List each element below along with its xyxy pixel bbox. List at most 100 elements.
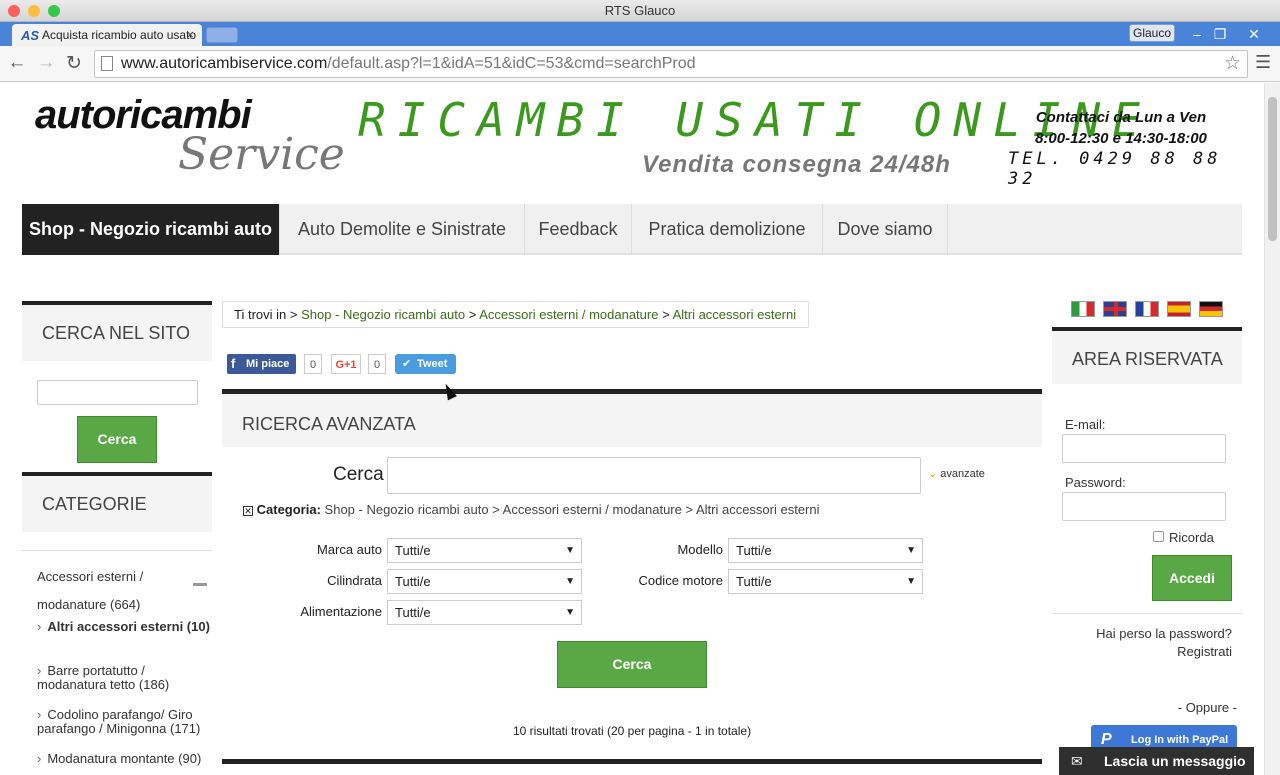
- marca-select[interactable]: Tutti/e ▼: [387, 538, 582, 563]
- twitter-icon: ✔: [402, 358, 412, 370]
- reserved-area-header: AREA RISERVATA: [1052, 327, 1242, 384]
- password-label: Password:: [1065, 475, 1126, 490]
- browser-toolbar: ← → ↻ www.autoricambiservice.com/default…: [0, 46, 1280, 82]
- collapse-icon[interactable]: [193, 583, 207, 586]
- advanced-search-title: RICERCA AVANZATA: [242, 414, 416, 434]
- category-item[interactable]: Accessori esterni / modanature (664): [37, 563, 177, 619]
- back-icon[interactable]: ←: [5, 52, 29, 74]
- envelope-icon: ✉: [1071, 753, 1083, 769]
- breadcrumb: Ti trovi in > Shop - Negozio ricambi aut…: [222, 301, 809, 328]
- url-path: /default.asp?l=1&idA=51&idC=53&cmd=searc…: [327, 55, 696, 72]
- nav-item-pratica-demolizione[interactable]: Pratica demolizione: [632, 204, 823, 255]
- profile-button[interactable]: Glauco: [1129, 24, 1175, 42]
- email-field[interactable]: [1062, 434, 1226, 463]
- contact-hours: Contattaci da Lun a Ven 8:00-12:30 e 14:…: [1008, 107, 1234, 149]
- chevron-down-icon: ⌄: [928, 468, 938, 480]
- google-plus-count: 0: [368, 354, 386, 374]
- close-icon[interactable]: ✕: [1243, 22, 1265, 46]
- categories-title: CATEGORIE: [42, 494, 147, 514]
- german-flag-icon[interactable]: [1199, 301, 1223, 317]
- cilindrata-label: Cilindrata: [327, 573, 382, 588]
- close-window-icon[interactable]: [8, 5, 20, 17]
- browser-tab[interactable]: AS Acquista ricambio auto usato ×: [12, 24, 202, 46]
- subcategory-item[interactable]: › Codolino parafango/ Giro parafango / Mi…: [37, 708, 211, 736]
- advanced-search-button[interactable]: Cerca: [557, 641, 707, 688]
- email-label: E-mail:: [1065, 417, 1106, 432]
- bookmark-star-icon[interactable]: ☆: [1224, 51, 1241, 77]
- subcategory-item[interactable]: › Altri accessori esterni (10): [37, 620, 211, 634]
- url-domain: www.autoricambiservice.com: [121, 55, 328, 72]
- remember-label: Ricorda: [1169, 530, 1214, 545]
- alimentazione-select[interactable]: Tutti/e ▼: [387, 600, 582, 625]
- main-navigation: Shop - Negozio ricambi auto Auto Demolit…: [22, 204, 1242, 255]
- page-icon: [101, 56, 113, 71]
- minimize-window-icon[interactable]: [28, 5, 40, 17]
- address-bar[interactable]: www.autoricambiservice.com/default.asp?l…: [94, 50, 1248, 78]
- results-count: 10 risultati trovati (20 per pagina - 1 …: [512, 724, 752, 738]
- tweet-button[interactable]: ✔ Tweet: [395, 354, 456, 374]
- chevron-right-icon: ›: [37, 707, 42, 722]
- site-logo-bottom[interactable]: Service: [178, 129, 345, 180]
- advanced-search-header: RICERCA AVANZATA: [222, 389, 1042, 447]
- contact-phone: TEL. 0429 88 88 32: [1008, 149, 1222, 189]
- product-search-input[interactable]: [387, 457, 921, 494]
- alimentazione-label: Alimentazione: [300, 604, 382, 619]
- english-flag-icon[interactable]: [1103, 301, 1127, 317]
- tab-title: Acquista ricambio auto usato: [42, 28, 197, 42]
- register-link[interactable]: Registrati: [1052, 644, 1232, 659]
- dropdown-arrow-icon: ▼: [565, 576, 575, 587]
- modello-label: Modello: [677, 542, 723, 557]
- site-search-button[interactable]: Cerca: [77, 416, 157, 463]
- facebook-icon: f: [231, 356, 236, 371]
- spanish-flag-icon[interactable]: [1167, 301, 1191, 317]
- chevron-right-icon: ›: [37, 619, 42, 634]
- french-flag-icon[interactable]: [1135, 301, 1159, 317]
- reload-icon[interactable]: ↻: [62, 52, 86, 75]
- breadcrumb-link[interactable]: Accessori esterni / modanature: [479, 307, 658, 322]
- nav-item-auto-demolite[interactable]: Auto Demolite e Sinistrate: [280, 204, 525, 255]
- restore-icon[interactable]: ❐: [1209, 22, 1231, 46]
- nav-item-shop[interactable]: Shop - Negozio ricambi auto: [22, 204, 280, 255]
- window-title: RTS Glauco: [604, 3, 676, 18]
- menu-icon[interactable]: ☰: [1255, 52, 1271, 73]
- chevron-right-icon: ›: [37, 751, 42, 766]
- forward-icon[interactable]: →: [34, 52, 58, 74]
- facebook-count: 0: [304, 354, 322, 374]
- codice-motore-select[interactable]: Tutti/e ▼: [728, 569, 923, 594]
- breadcrumb-link[interactable]: Shop - Negozio ricambi auto: [301, 307, 465, 322]
- header-subtitle: Vendita consegna 24/48h: [642, 151, 951, 178]
- categories-divider: [22, 550, 212, 551]
- site-search-input[interactable]: [37, 380, 198, 405]
- italian-flag-icon[interactable]: [1071, 301, 1095, 317]
- close-tab-icon[interactable]: ×: [186, 24, 194, 46]
- google-plus-button[interactable]: G+1: [331, 354, 361, 374]
- modello-select[interactable]: Tutti/e ▼: [728, 538, 923, 563]
- cilindrata-select[interactable]: Tutti/e ▼: [387, 569, 582, 594]
- minimize-icon[interactable]: –: [1186, 22, 1208, 46]
- facebook-like-button[interactable]: f Mi piace: [227, 354, 296, 374]
- advanced-toggle[interactable]: ⌄ avanzate: [928, 467, 985, 480]
- remove-filter-icon[interactable]: ✕: [243, 506, 253, 516]
- password-field[interactable]: [1062, 492, 1226, 521]
- results-divider: [222, 759, 1042, 764]
- contact-line-2: 8:00-12:30 e 14:30-18:00: [1035, 130, 1207, 147]
- window-titlebar: RTS Glauco: [0, 0, 1280, 22]
- tab-strip: AS Acquista ricambio auto usato × Glauco…: [0, 22, 1280, 46]
- page-scrollbar[interactable]: [1264, 83, 1280, 775]
- subcategory-item[interactable]: › Modanatura montante (90): [37, 752, 211, 766]
- chat-widget[interactable]: ✉ Lascia un messaggio: [1059, 747, 1254, 775]
- lost-password-link[interactable]: Hai perso la password?: [1052, 626, 1232, 641]
- remember-checkbox[interactable]: [1153, 531, 1164, 542]
- nav-item-dove-siamo[interactable]: Dove siamo: [823, 204, 948, 255]
- page-viewport: autoricambi Service RICAMBI USATI ONLINE…: [0, 83, 1264, 775]
- subcategory-item[interactable]: › Barre portatutto / modanatura tetto (18…: [37, 664, 211, 692]
- new-tab-button[interactable]: [206, 27, 238, 43]
- codice-motore-label: Codice motore: [638, 573, 723, 588]
- categories-panel: CATEGORIE: [22, 472, 212, 532]
- nav-item-feedback[interactable]: Feedback: [525, 204, 632, 255]
- category-filter: ✕ Categoria: Shop - Negozio ricambi auto…: [243, 502, 820, 517]
- zoom-window-icon[interactable]: [48, 5, 60, 17]
- breadcrumb-link[interactable]: Altri accessori esterni: [673, 307, 797, 322]
- login-button[interactable]: Accedi: [1152, 555, 1232, 601]
- scrollbar-thumb[interactable]: [1268, 97, 1277, 241]
